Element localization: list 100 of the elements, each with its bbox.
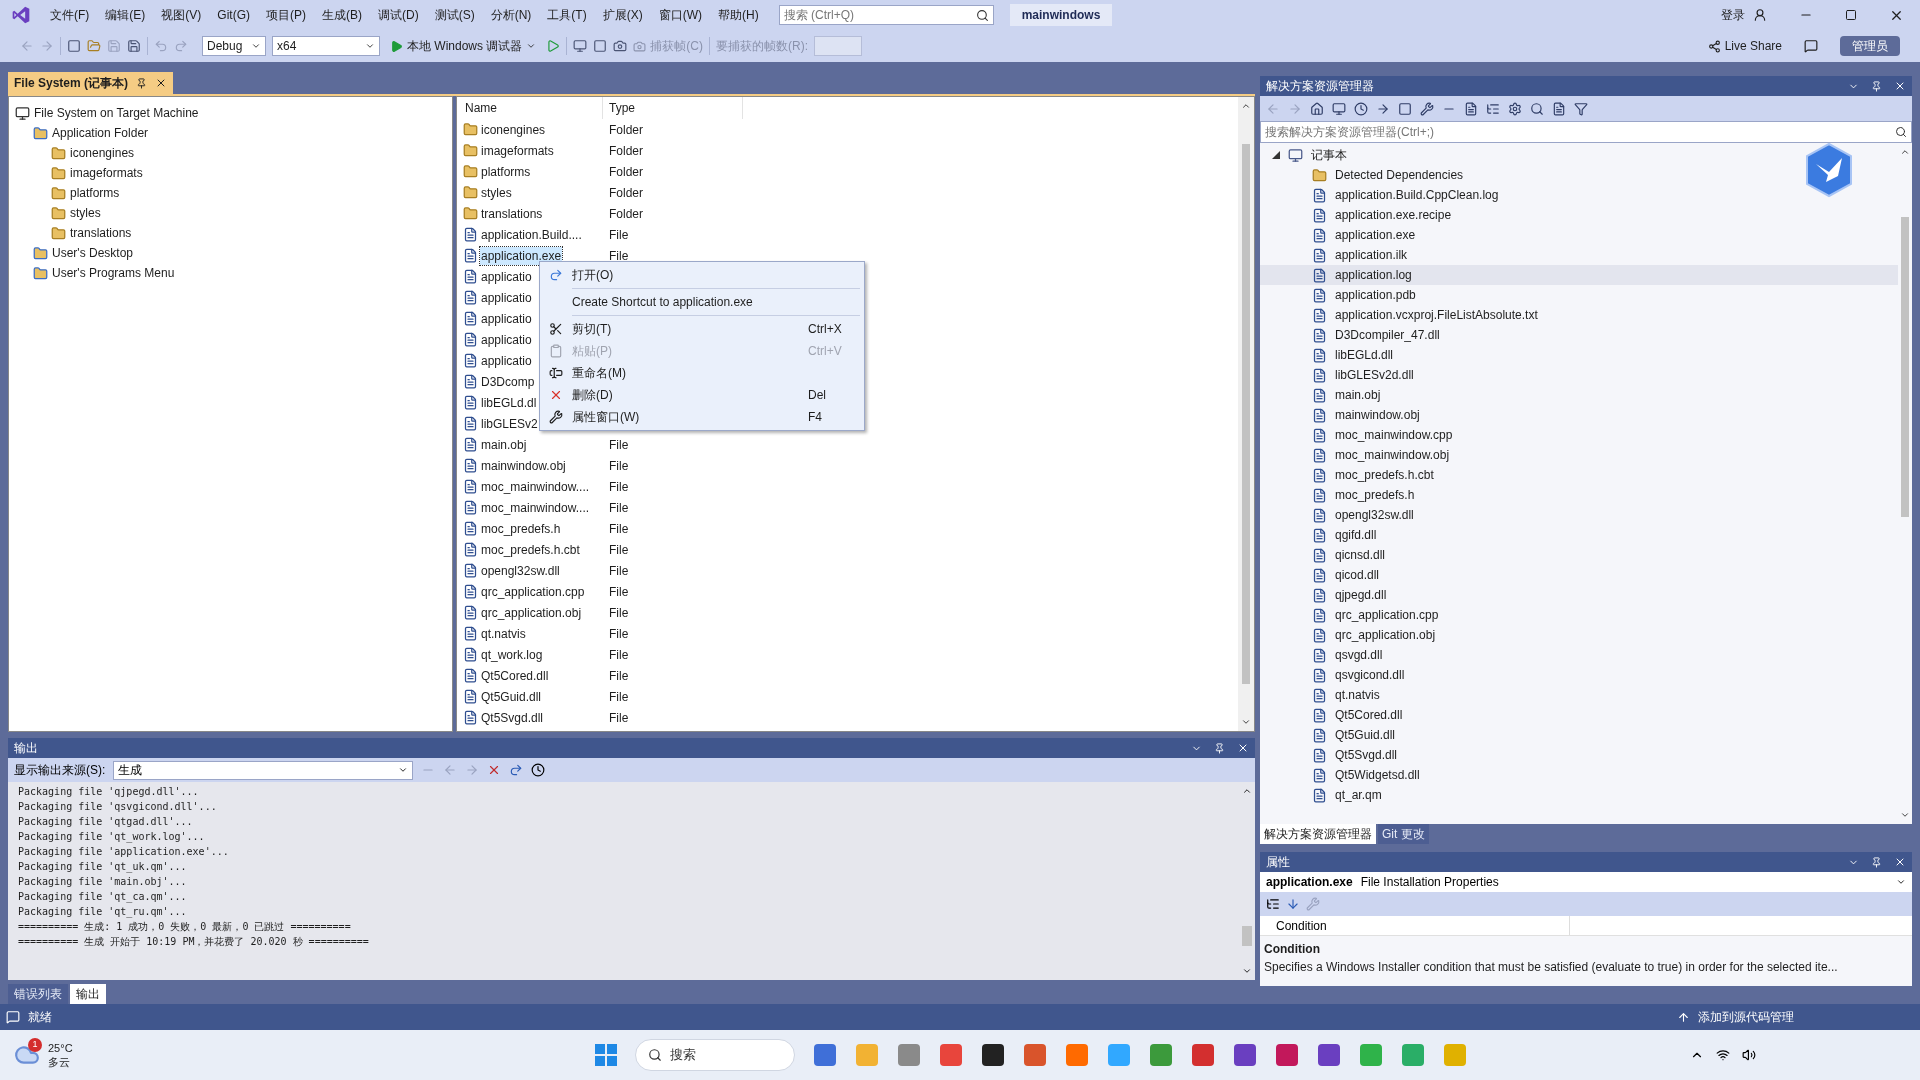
scroll-thumb[interactable] [1901,217,1909,517]
scroll-down-icon[interactable] [1241,717,1251,727]
file-name[interactable]: D3Dcomp [480,372,536,391]
menu-item[interactable]: Git(G) [209,6,258,24]
scroll-up-icon[interactable] [1900,147,1910,157]
tree-row[interactable]: application.exe.recipe [1260,205,1898,225]
tree-item[interactable]: imageformats [70,164,143,182]
pin-icon[interactable] [1214,742,1225,754]
tree-item[interactable]: Application Folder [52,124,149,142]
clock-icon[interactable] [531,763,546,777]
file-name[interactable]: mainwindow.obj [480,456,567,475]
scroll-down-icon[interactable] [1242,966,1252,976]
filter-icon[interactable] [1574,101,1588,116]
file-name[interactable]: platforms [480,162,532,181]
pin-icon[interactable] [136,77,148,89]
tree-row[interactable]: moc_mainwindow.cpp [1260,425,1898,445]
home-icon[interactable] [1310,101,1324,116]
menu-item[interactable]: 项目(P) [258,6,314,24]
tree-row[interactable]: qjpegd.dll [1260,585,1898,605]
menu-item[interactable]: 删除(D) Del [540,384,864,406]
tree-row[interactable]: qrc_application.cpp [1260,605,1898,625]
file-name[interactable]: applicatio [480,351,533,370]
configuration-dropdown[interactable]: Debug [202,36,266,56]
file-name[interactable]: imageformats [480,141,555,160]
tree-row[interactable]: Qt5Svgd.dll [1260,745,1898,765]
tree-row[interactable]: Detected Dependencies [1260,165,1898,185]
menu-item[interactable]: 扩展(X) [594,6,651,24]
tree-row[interactable]: qrc_application.obj [1260,625,1898,645]
wifi-icon[interactable] [1716,1048,1730,1062]
scroll-thumb[interactable] [1242,926,1252,946]
menu-item[interactable]: 文件(F) [42,6,98,24]
menu-item[interactable]: Create Shortcut to application.exe [540,291,864,313]
search-field[interactable]: 搜索 [635,1039,796,1071]
sign-in-link[interactable]: 登录 [1721,6,1745,24]
tree-row[interactable]: libGLESv2d.dll [1260,365,1898,385]
document-icon[interactable] [1552,101,1566,116]
pin-icon[interactable] [1871,80,1882,92]
file-name[interactable]: Qt5Svgd.dll [480,708,545,727]
source-control-button[interactable]: 添加到源代码管理 [1698,1008,1794,1026]
tree-item[interactable]: 记事本 [1311,146,1347,164]
scroll-up-icon[interactable] [1241,101,1251,111]
tree-row[interactable]: application.Build.CppClean.log [1260,185,1898,205]
tree-row[interactable]: mainwindow.obj [1260,405,1898,425]
file-name[interactable]: moc_mainwindow.... [480,498,591,517]
menu-item[interactable]: 调试(D) [370,6,427,24]
categorized-icon[interactable] [1266,897,1280,911]
scrollbar[interactable] [1238,97,1254,731]
menu-item[interactable]: 剪切(T) Ctrl+X [540,318,864,340]
tree-row[interactable]: application.exe [1260,225,1898,245]
file-name[interactable]: translations [480,204,544,223]
file-name[interactable]: moc_predefs.h [480,519,562,538]
file-name[interactable]: libEGLd.dl [480,393,538,412]
tree-item[interactable]: User's Programs Menu [52,264,175,282]
menu-item[interactable]: 帮助(H) [710,6,767,24]
close-icon[interactable] [1894,80,1906,92]
tree-row[interactable]: moc_predefs.h [1260,485,1898,505]
scroll-up-icon[interactable] [1242,786,1252,796]
file-name[interactable]: iconengines [480,120,547,139]
tree-row[interactable]: application.log [1260,265,1898,285]
open-folder-icon[interactable] [87,39,101,53]
restore-icon[interactable] [1845,9,1857,21]
file-name[interactable]: qt_work.log [480,645,544,664]
tree-item[interactable]: platforms [70,184,120,202]
file-name[interactable]: moc_mainwindow.... [480,477,591,496]
menu-item[interactable]: 窗口(W) [650,6,710,24]
menu-item[interactable]: 重命名(M) [540,362,864,384]
panel-tab[interactable]: 输出 [70,984,106,1004]
tree-row[interactable]: application.vcxproj.FileListAbsolute.txt [1260,305,1898,325]
search-icon[interactable] [1895,126,1907,138]
file-name[interactable]: libGLESv2 [480,414,539,433]
speaker-icon[interactable] [1742,1048,1756,1062]
tree-item[interactable]: User's Desktop [52,244,133,262]
file-name[interactable]: main.obj [480,435,528,454]
tree-row[interactable]: qicnsd.dll [1260,545,1898,565]
tree-row[interactable]: qgifd.dll [1260,525,1898,545]
tree-item[interactable]: File System on Target Machine [34,104,199,122]
source-dropdown[interactable]: 生成 [113,760,414,780]
app-icon[interactable] [1317,1043,1342,1067]
play-icon[interactable] [546,39,561,53]
tree-row[interactable]: qsvgicond.dll [1260,665,1898,685]
tree-row[interactable]: Qt5Guid.dll [1260,725,1898,745]
scroll-down-icon[interactable] [1900,810,1910,820]
close-icon[interactable] [1894,856,1906,868]
menu-item[interactable]: 编辑(E) [97,6,154,24]
search-field[interactable]: 搜索 (Ctrl+Q) [778,5,994,25]
column-header[interactable]: Type [603,97,743,119]
app-icon[interactable] [1233,1043,1258,1067]
search-icon[interactable] [1530,101,1544,116]
wrench-icon[interactable] [1420,101,1434,116]
menu-item[interactable]: 工具(T) [539,6,595,24]
tree-row[interactable]: moc_mainwindow.obj [1260,445,1898,465]
app-icon[interactable] [981,1043,1006,1067]
settings-icon[interactable] [1508,101,1522,116]
word-wrap-icon[interactable] [509,763,524,777]
tree-row[interactable]: qt.natvis [1260,685,1898,705]
tree-row[interactable]: application.pdb [1260,285,1898,305]
clock-icon[interactable] [1354,101,1368,116]
file-name[interactable]: applicatio [480,267,533,286]
file-name[interactable]: applicatio [480,288,533,307]
close-icon[interactable] [1237,742,1249,754]
